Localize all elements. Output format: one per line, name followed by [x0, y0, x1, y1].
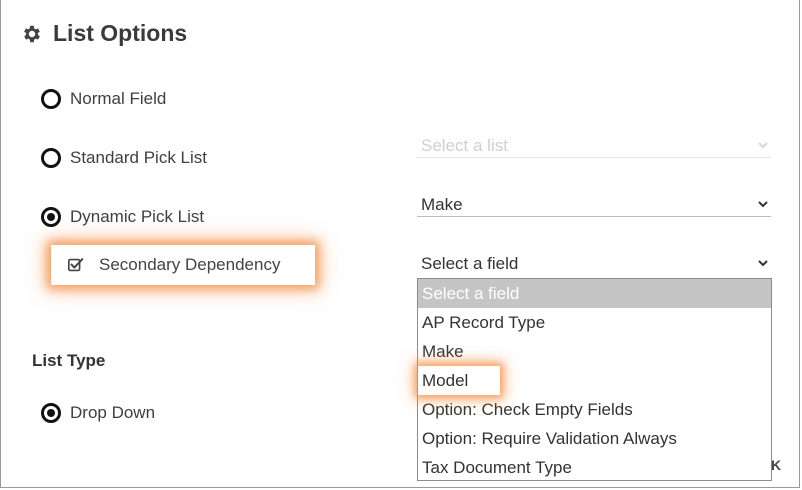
- standard-list-select[interactable]: Select a list: [417, 134, 771, 158]
- radio-normal-field[interactable]: Normal Field: [41, 89, 166, 109]
- chevron-down-icon: [758, 142, 768, 149]
- checkbox-checked-icon[interactable]: [67, 256, 85, 274]
- chevron-down-icon: [758, 260, 768, 267]
- secondary-dependency-label: Secondary Dependency: [99, 255, 281, 274]
- dropdown-option-model[interactable]: Model: [418, 366, 500, 395]
- dependency-field-select[interactable]: Select a field: [417, 252, 771, 276]
- radio-button-checked[interactable]: [41, 403, 61, 423]
- gear-icon: [24, 25, 40, 42]
- radio-label: Dynamic Pick List: [70, 207, 205, 226]
- dropdown-option-ap-record-type[interactable]: AP Record Type: [418, 308, 771, 337]
- dropdown-option-check-empty-fields[interactable]: Option: Check Empty Fields: [418, 395, 771, 424]
- radio-standard-pick-list[interactable]: Standard Pick List: [41, 148, 207, 168]
- radio-drop-down[interactable]: Drop Down: [41, 403, 155, 423]
- dropdown-option-require-validation[interactable]: Option: Require Validation Always: [418, 424, 771, 453]
- dialog-header: List Options: [21, 20, 187, 47]
- dialog-title: List Options: [53, 20, 188, 46]
- radio-button[interactable]: [41, 148, 61, 168]
- radio-button-checked[interactable]: [41, 207, 61, 227]
- dropdown-option-select-a-field[interactable]: Select a field: [418, 279, 771, 308]
- radio-dynamic-pick-list[interactable]: Dynamic Pick List: [41, 207, 204, 227]
- select-value: Select a list: [421, 135, 508, 155]
- radio-label: Standard Pick List: [70, 148, 208, 167]
- secondary-dependency-checkbox[interactable]: Secondary Dependency: [51, 245, 315, 285]
- dynamic-list-select[interactable]: Make: [417, 193, 771, 217]
- ok-button[interactable]: K: [771, 457, 781, 473]
- chevron-down-icon: [758, 201, 768, 208]
- list-type-heading: List Type: [32, 351, 106, 370]
- radio-label: Normal Field: [70, 89, 167, 108]
- radio-button[interactable]: [41, 89, 61, 109]
- radio-label: Drop Down: [70, 403, 156, 422]
- dropdown-option-tax-document-type[interactable]: Tax Document Type: [418, 453, 771, 482]
- select-value: Make: [421, 194, 463, 214]
- list-options-dialog: List Options Normal Field Standard Pick …: [0, 0, 800, 488]
- select-value: Select a field: [421, 253, 519, 273]
- dropdown-option-make[interactable]: Make: [418, 337, 771, 366]
- dependency-field-options[interactable]: Select a field AP Record Type Make Model…: [417, 278, 772, 481]
